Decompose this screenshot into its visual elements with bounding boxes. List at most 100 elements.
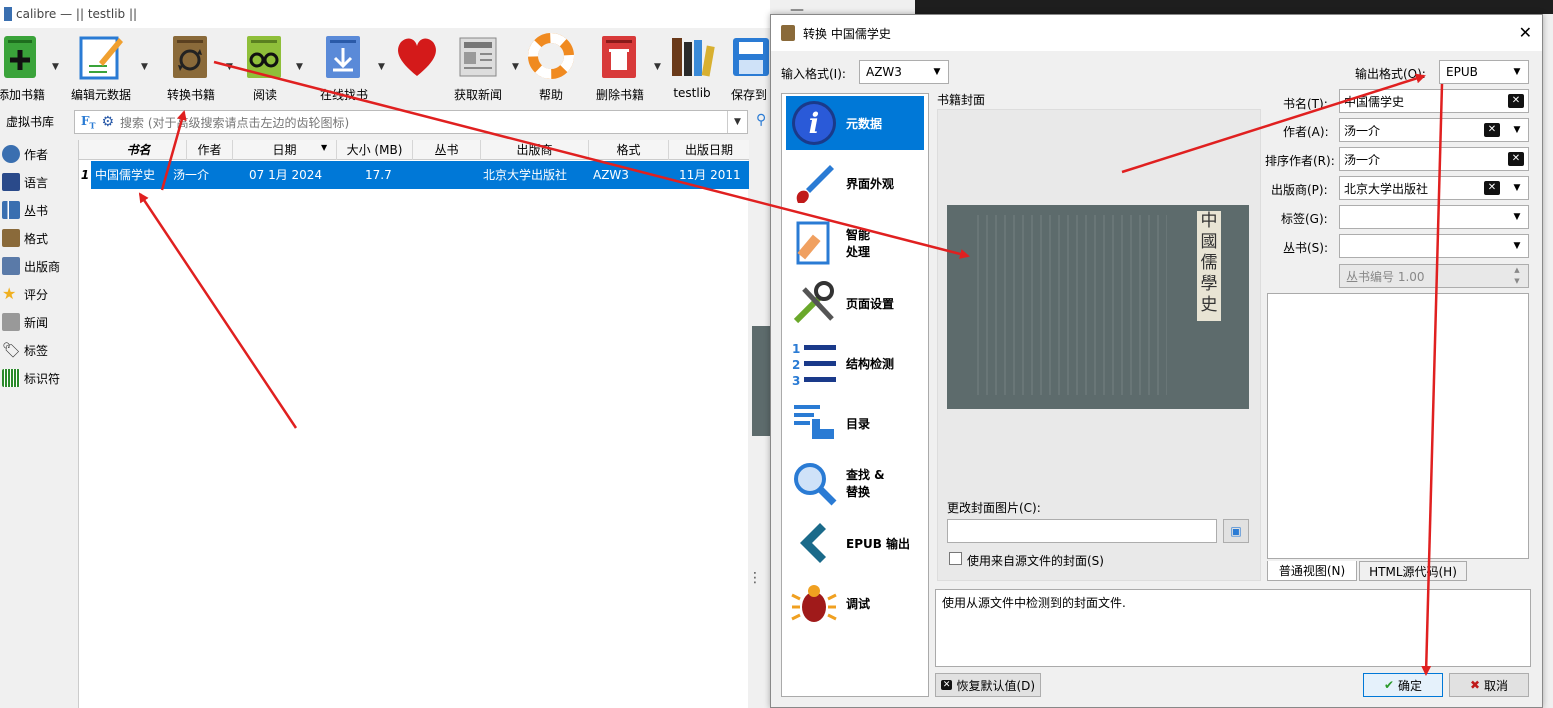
gear-icon[interactable]: ⚙ bbox=[101, 114, 114, 130]
sidebar-item-languages[interactable]: 语言 bbox=[0, 168, 76, 196]
read-dropdown-icon[interactable]: ▼ bbox=[296, 62, 303, 72]
tags-label: 标签(G): bbox=[1281, 212, 1328, 226]
author-combo[interactable]: 汤一介 ✕ ▼ bbox=[1339, 118, 1529, 142]
nav-label: 页面设置 bbox=[846, 296, 895, 311]
input-format-select[interactable]: AZW3 ▼ bbox=[859, 60, 949, 84]
get-books-button[interactable]: 在线找书 bbox=[316, 28, 372, 104]
publisher-combo[interactable]: 北京大学出版社 ✕ ▼ bbox=[1339, 176, 1529, 200]
splitter-handle-right[interactable]: ⋮ bbox=[748, 570, 762, 586]
close-icon[interactable]: ✕ bbox=[1519, 23, 1532, 42]
cover-title-plate: 中國儒學史 bbox=[1197, 211, 1221, 321]
dialog-titlebar: 转换 中国儒学史 ✕ bbox=[771, 15, 1542, 51]
sidebar-item-identifiers[interactable]: 标识符 bbox=[0, 364, 76, 392]
save-to-disk-button[interactable]: 保存到 bbox=[728, 28, 770, 104]
nav-heuristic-processing[interactable]: 智能 处理 bbox=[786, 216, 924, 270]
title-input[interactable]: 中国儒学史 ✕ bbox=[1339, 89, 1529, 113]
column-header-publisher[interactable]: 出版商 bbox=[481, 140, 589, 160]
get-books-label: 在线找书 bbox=[319, 88, 368, 102]
nav-search-replace[interactable]: 查找 & 替换 bbox=[786, 456, 924, 510]
author-sort-input[interactable]: 汤一介 ✕ bbox=[1339, 147, 1529, 171]
clear-icon[interactable]: ✕ bbox=[1484, 123, 1500, 137]
sidebar-item-publisher[interactable]: 出版商 bbox=[0, 252, 76, 280]
tags-combo[interactable]: ▼ bbox=[1339, 205, 1529, 229]
sidebar-item-news[interactable]: 新闻 bbox=[0, 308, 76, 336]
column-header-formats[interactable]: 格式 bbox=[589, 140, 669, 160]
remove-books-label: 删除书籍 bbox=[595, 88, 644, 102]
sidebar-item-series[interactable]: 丛书 bbox=[0, 196, 76, 224]
sidebar-item-rating[interactable]: ★ 评分 bbox=[0, 280, 76, 308]
convert-books-button[interactable]: 转换书籍 bbox=[162, 28, 220, 104]
column-header-title[interactable]: 书名 bbox=[91, 140, 187, 160]
virtual-library-button[interactable]: 虚拟书库 bbox=[0, 112, 72, 132]
clear-icon[interactable]: ✕ bbox=[1484, 181, 1500, 195]
info-icon: i bbox=[792, 101, 836, 145]
chevron-down-icon: ▼ bbox=[1513, 125, 1521, 135]
main-toolbar: 添加书籍 ▼ 编辑元数据 ▼ 转换书籍 ▼ 阅读 ▼ 在线找书 ▼ 获取新闻 ▼… bbox=[0, 28, 770, 104]
nav-epub-output[interactable]: EPUB 输出 bbox=[786, 516, 924, 570]
row-number: 1 bbox=[79, 161, 91, 189]
add-books-button[interactable]: 添加书籍 bbox=[0, 28, 52, 104]
nav-page-setup[interactable]: 页面设置 bbox=[786, 276, 924, 330]
help-button[interactable]: 帮助 bbox=[526, 28, 576, 104]
cancel-button[interactable]: ✖ 取消 bbox=[1449, 673, 1529, 697]
search-icon[interactable]: ⚲ bbox=[756, 112, 766, 128]
column-header-series[interactable]: 丛书 bbox=[413, 140, 481, 160]
svg-text:i: i bbox=[809, 107, 820, 140]
donate-button[interactable] bbox=[392, 28, 442, 104]
person-icon bbox=[2, 145, 20, 163]
sidebar-item-label: 格式 bbox=[24, 231, 49, 246]
edit-metadata-button[interactable]: 编辑元数据 bbox=[70, 28, 132, 104]
clear-icon[interactable]: ✕ bbox=[1508, 152, 1524, 166]
browse-cover-button[interactable]: ▣ bbox=[1223, 519, 1249, 543]
nav-metadata[interactable]: i 元数据 bbox=[786, 96, 924, 150]
convert-dropdown-icon[interactable]: ▼ bbox=[226, 62, 233, 72]
clear-icon[interactable]: ✕ bbox=[1508, 94, 1524, 108]
column-header-size[interactable]: 大小 (MB) bbox=[337, 140, 413, 160]
search-placeholder: 搜索 (对于高级搜索请点击左边的齿轮图标) bbox=[120, 115, 350, 130]
search-history-dropdown-icon[interactable]: ▼ bbox=[727, 111, 747, 133]
column-header-pubdate[interactable]: 出版日期 bbox=[669, 140, 749, 160]
column-header-author[interactable]: 作者 bbox=[187, 140, 233, 160]
series-combo[interactable]: ▼ bbox=[1339, 234, 1529, 258]
title-value: 中国儒学史 bbox=[1344, 94, 1405, 109]
sidebar-item-label: 标识符 bbox=[24, 371, 61, 386]
dialog-title: 转换 中国儒学史 bbox=[803, 26, 891, 41]
read-button[interactable]: 阅读 bbox=[240, 28, 290, 104]
search-input[interactable]: FT ⚙ 搜索 (对于高级搜索请点击左边的齿轮图标) ▼ bbox=[74, 110, 748, 134]
sidebar-item-authors[interactable]: 作者 bbox=[0, 140, 76, 168]
comments-editor[interactable] bbox=[1267, 293, 1529, 559]
document-bandage-icon bbox=[796, 221, 830, 265]
news-icon bbox=[459, 37, 497, 77]
help-text: 使用从源文件中检测到的封面文件. bbox=[942, 596, 1126, 610]
remove-books-dropdown-icon[interactable]: ▼ bbox=[654, 62, 661, 72]
restore-defaults-button[interactable]: ✕ 恢复默认值(D) bbox=[935, 673, 1041, 697]
output-format-select[interactable]: EPUB ▼ bbox=[1439, 60, 1529, 84]
edit-metadata-dropdown-icon[interactable]: ▼ bbox=[141, 62, 148, 72]
add-books-dropdown-icon[interactable]: ▼ bbox=[52, 62, 59, 72]
ok-button[interactable]: ✔ 确定 bbox=[1363, 673, 1443, 697]
library-button[interactable]: testlib bbox=[666, 28, 718, 104]
tab-html-source[interactable]: HTML源代码(H) bbox=[1359, 561, 1467, 581]
cover-calligraphy bbox=[977, 215, 1167, 395]
remove-books-button[interactable]: 删除书籍 bbox=[592, 28, 648, 104]
sidebar-item-formats[interactable]: 格式 bbox=[0, 224, 76, 252]
get-books-dropdown-icon[interactable]: ▼ bbox=[378, 62, 385, 72]
tab-normal-view[interactable]: 普通视图(N) bbox=[1267, 561, 1357, 581]
nav-look-and-feel[interactable]: 界面外观 bbox=[786, 156, 924, 210]
clear-icon: ✕ bbox=[940, 680, 953, 690]
magnifier-icon bbox=[794, 463, 837, 506]
font-text-icon[interactable]: FT bbox=[81, 114, 95, 130]
barcode-icon bbox=[2, 369, 20, 387]
fetch-news-dropdown-icon[interactable]: ▼ bbox=[512, 62, 519, 72]
nav-structure-detection[interactable]: 1 2 3 结构检测 bbox=[786, 336, 924, 390]
cover-path-input[interactable] bbox=[947, 519, 1217, 543]
use-source-cover-checkbox[interactable] bbox=[949, 552, 962, 565]
table-row[interactable]: 中国儒学史 汤一介 07 1月 2024 17.7 北京大学出版社 AZW3 1… bbox=[91, 161, 749, 189]
nav-debug[interactable]: 调试 bbox=[786, 576, 924, 630]
fetch-news-label: 获取新闻 bbox=[453, 88, 502, 102]
library-icon bbox=[672, 38, 715, 77]
fetch-news-button[interactable]: 获取新闻 bbox=[450, 28, 506, 104]
sidebar-item-tags[interactable]: 🏷 标签 bbox=[0, 336, 76, 364]
series-index-spinner[interactable]: 丛书编号 1.00 ▲ ▼ bbox=[1339, 264, 1529, 288]
nav-toc[interactable]: 目录 bbox=[786, 396, 924, 450]
